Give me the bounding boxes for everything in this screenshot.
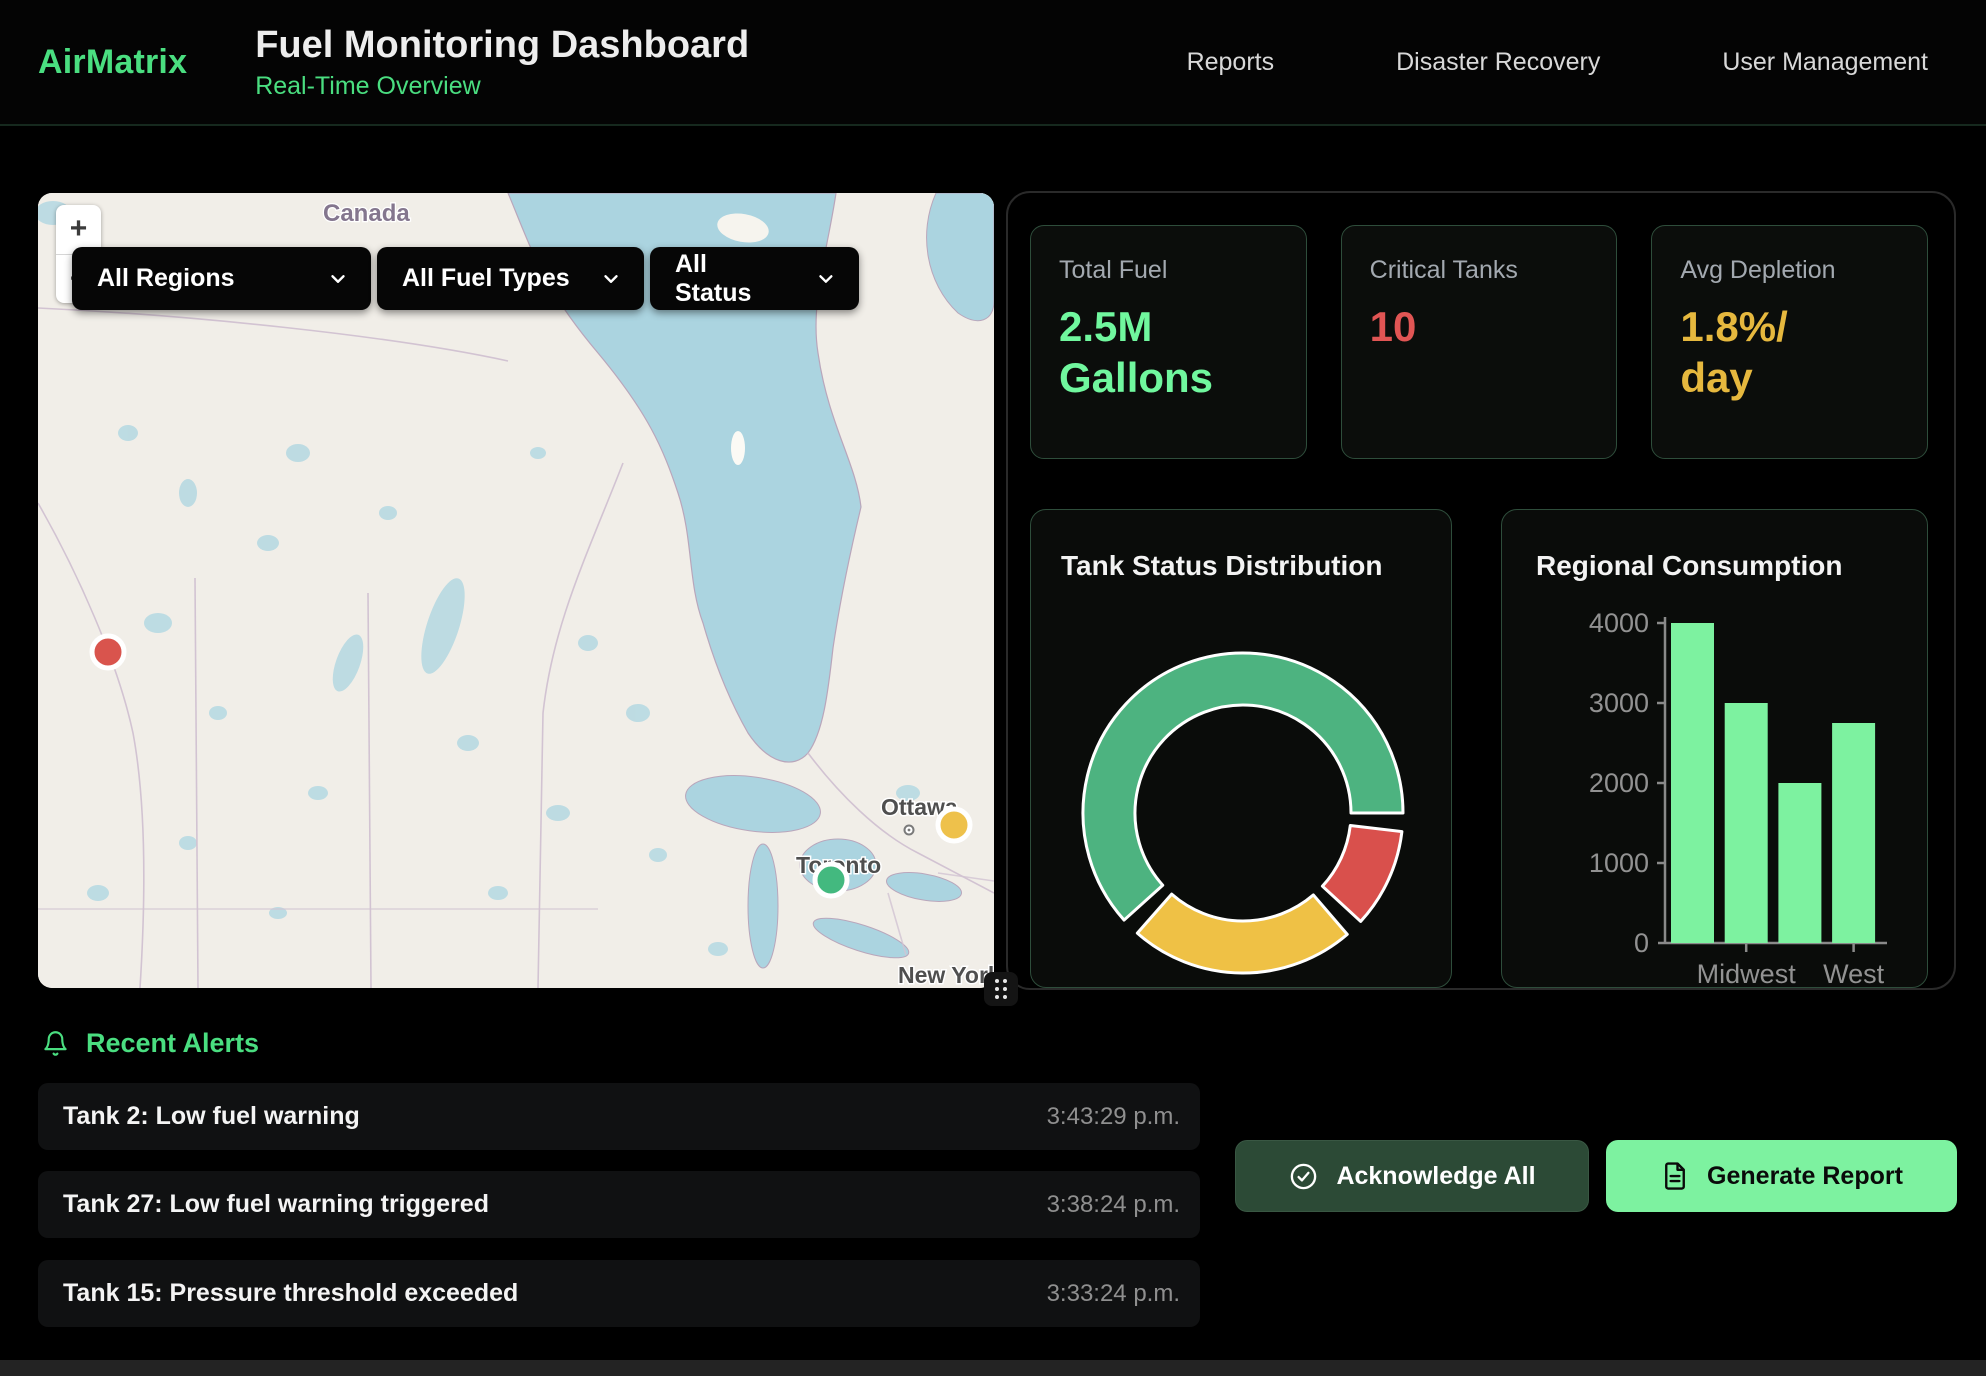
bell-icon [42, 1030, 69, 1057]
map-island [731, 431, 745, 465]
stat-card-total-fuel: Total Fuel 2.5M Gallons [1030, 225, 1307, 459]
stat-value-avg-depletion-unit: day [1680, 352, 1899, 403]
map-marker-warning[interactable] [938, 809, 970, 841]
alerts-header: Recent Alerts [42, 1028, 259, 1059]
map-resize-handle[interactable] [984, 972, 1018, 1006]
stat-card-avg-depletion: Avg Depletion 1.8%/ day [1651, 225, 1928, 459]
document-icon [1660, 1161, 1690, 1191]
y-tick-label: 2000 [1589, 768, 1649, 798]
alert-timestamp: 3:38:24 p.m. [1047, 1191, 1180, 1219]
stat-card-critical-tanks: Critical Tanks 10 [1341, 225, 1618, 459]
filter-fuel-types-label: All Fuel Types [402, 264, 570, 293]
brand-logo: AirMatrix [38, 43, 187, 82]
stat-value-total-fuel: 2.5M [1059, 301, 1278, 352]
doughnut-segment-critical [1322, 826, 1402, 922]
generate-report-label: Generate Report [1707, 1162, 1903, 1191]
ottawa-town-icon-dot [908, 829, 911, 832]
map-marker-normal[interactable] [815, 864, 847, 896]
regional-consumption-title: Regional Consumption [1536, 550, 1842, 582]
title-block: Fuel Monitoring Dashboard Real-Time Over… [255, 24, 749, 101]
x-tick-label: West [1823, 959, 1885, 986]
app-header: AirMatrix Fuel Monitoring Dashboard Real… [0, 0, 1986, 126]
map-marker-critical[interactable] [92, 636, 124, 668]
charts-row: Tank Status Distribution 0 1000 2000 3000 40… [1030, 509, 1928, 988]
alert-text: Tank 27: Low fuel warning triggered [63, 1190, 489, 1219]
acknowledge-all-button[interactable]: Acknowledge All [1235, 1140, 1589, 1212]
alerts-section-title: Recent Alerts [86, 1028, 259, 1059]
alert-row: Tank 2: Low fuel warning 3:43:29 p.m. [38, 1083, 1200, 1150]
bottom-bar [0, 1360, 1986, 1376]
stat-value-critical-tanks: 10 [1370, 301, 1589, 352]
alert-timestamp: 3:43:29 p.m. [1047, 1103, 1180, 1131]
page-subtitle: Real-Time Overview [255, 72, 749, 101]
bar-region-West [1832, 723, 1875, 943]
chevron-down-icon [600, 268, 622, 290]
stat-value-avg-depletion: 1.8%/ [1680, 301, 1899, 352]
main-nav: Reports Disaster Recovery User Managemen… [1187, 48, 1928, 77]
alert-row: Tank 27: Low fuel warning triggered 3:38… [38, 1171, 1200, 1238]
map-label-canada: Canada [323, 200, 410, 227]
alert-row: Tank 15: Pressure threshold exceeded 3:3… [38, 1260, 1200, 1327]
y-tick-label: 0 [1634, 928, 1649, 958]
stat-value-total-fuel-unit: Gallons [1059, 352, 1278, 403]
y-tick-label: 3000 [1589, 688, 1649, 718]
dashboard-right-column: Total Fuel 2.5M Gallons Critical Tanks 1… [1006, 191, 1956, 990]
x-tick-label: Midwest [1697, 959, 1797, 986]
alert-text: Tank 2: Low fuel warning [63, 1102, 360, 1131]
map-label-new-york: New York [898, 962, 994, 988]
alert-text: Tank 15: Pressure threshold exceeded [63, 1279, 518, 1308]
map-canvas[interactable]: Canada Ottawa Toronto New York [38, 193, 994, 988]
y-tick-label: 1000 [1589, 848, 1649, 878]
nav-disaster-recovery[interactable]: Disaster Recovery [1396, 48, 1600, 77]
filter-fuel-types-dropdown[interactable]: All Fuel Types [377, 247, 644, 310]
stats-row: Total Fuel 2.5M Gallons Critical Tanks 1… [1030, 225, 1928, 459]
generate-report-button[interactable]: Generate Report [1606, 1140, 1957, 1212]
doughnut-segment-warning [1137, 894, 1347, 973]
filter-regions-dropdown[interactable]: All Regions [72, 247, 371, 310]
nav-reports[interactable]: Reports [1187, 48, 1275, 77]
stat-label: Critical Tanks [1370, 256, 1589, 285]
chevron-down-icon [327, 268, 349, 290]
tank-status-title: Tank Status Distribution [1061, 550, 1383, 582]
map-filters: All Regions All Fuel Types All Status [72, 247, 859, 310]
stat-label: Avg Depletion [1680, 256, 1899, 285]
page-title: Fuel Monitoring Dashboard [255, 24, 749, 67]
stat-label: Total Fuel [1059, 256, 1278, 285]
map-panel[interactable]: Canada Ottawa Toronto New York + − All R… [38, 193, 994, 988]
chevron-down-icon [815, 268, 837, 290]
filter-status-dropdown[interactable]: All Status [650, 247, 859, 310]
nav-user-management[interactable]: User Management [1722, 48, 1928, 77]
acknowledge-all-label: Acknowledge All [1336, 1162, 1535, 1191]
bar-region-r0 [1671, 623, 1714, 943]
filter-regions-label: All Regions [97, 264, 235, 293]
tank-status-panel: Tank Status Distribution [1030, 509, 1452, 988]
alert-timestamp: 3:33:24 p.m. [1047, 1280, 1180, 1308]
bar-region-Midwest [1725, 703, 1768, 943]
check-circle-icon [1288, 1161, 1319, 1192]
bar-region-r2 [1778, 783, 1821, 943]
filter-status-label: All Status [675, 250, 789, 308]
regional-consumption-panel: 0 1000 2000 3000 4000 Midwest West Regional Co… [1501, 509, 1928, 988]
y-tick-label: 4000 [1589, 608, 1649, 638]
